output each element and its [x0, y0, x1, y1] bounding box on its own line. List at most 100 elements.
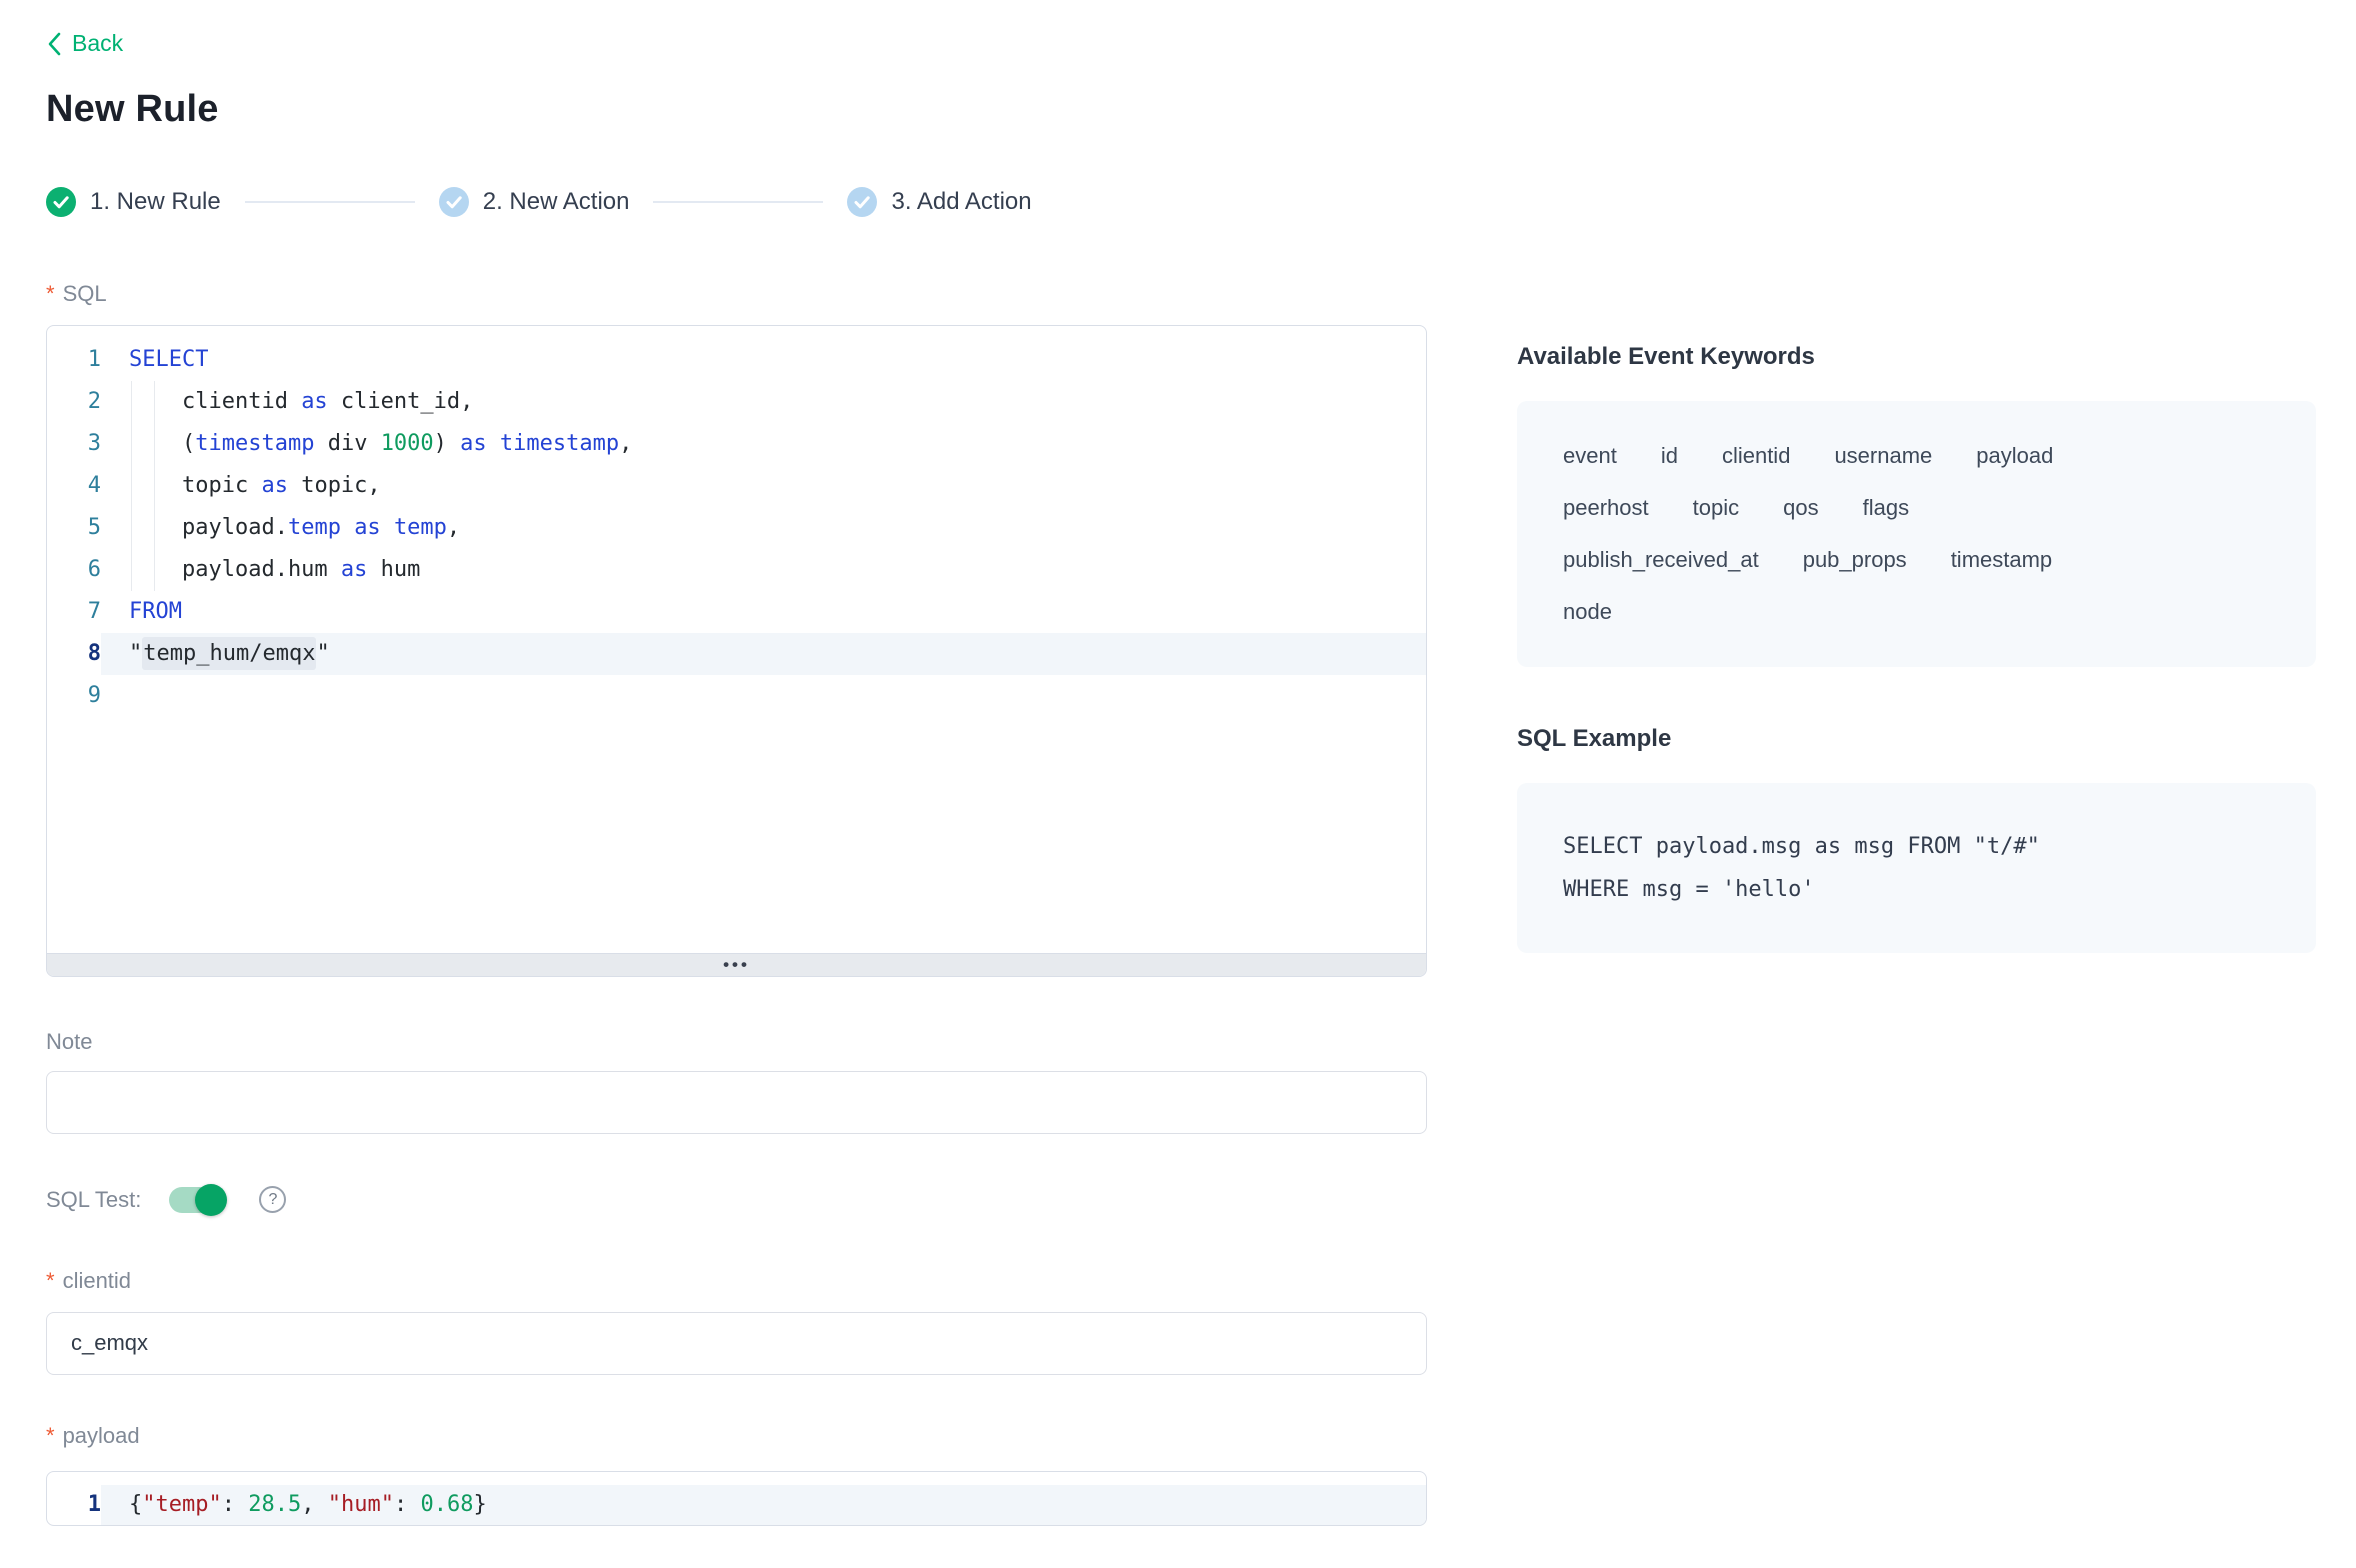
code-token: timestamp [195, 431, 314, 456]
sql-editor[interactable]: 1SELECT2 clientid as client_id,3 (timest… [46, 325, 1427, 977]
toggle-knob [195, 1184, 227, 1216]
required-marker: * [46, 1268, 55, 1293]
sql-code-area[interactable]: 1SELECT2 clientid as client_id,3 (timest… [47, 326, 1426, 953]
event-keyword: event [1563, 443, 1617, 469]
code-token: temp [288, 515, 341, 540]
code-token: : [222, 1492, 249, 1517]
code-token: "hum" [328, 1492, 394, 1517]
note-input[interactable] [46, 1071, 1427, 1134]
code-line[interactable]: 8"temp_hum/emqx" [47, 633, 1426, 675]
step-pending-check-icon [847, 187, 877, 217]
required-marker: * [46, 281, 55, 306]
help-icon[interactable]: ? [259, 1186, 286, 1213]
code-token: div [314, 431, 380, 456]
event-keyword: pub_props [1803, 547, 1907, 573]
line-number: 1 [47, 339, 101, 381]
code-line[interactable]: 1SELECT [47, 339, 1426, 381]
step-connector [653, 201, 823, 203]
code-token: hum [367, 557, 420, 582]
sql-editor-resize-handle[interactable]: ••• [47, 953, 1426, 976]
note-field-label: Note [46, 1029, 1427, 1055]
sql-example-panel: SELECT payload.msg as msg FROM "t/#" WHE… [1517, 783, 2316, 953]
code-token: " [129, 641, 142, 666]
payload-editor[interactable]: 1{"temp": 28.5, "hum": 0.68} [46, 1471, 1427, 1526]
payload-code-area[interactable]: 1{"temp": 28.5, "hum": 0.68} [47, 1472, 1426, 1525]
step-2-new-action[interactable]: 2. New Action [439, 187, 630, 217]
step-pending-check-icon [439, 187, 469, 217]
code-token: 0.68 [420, 1492, 473, 1517]
code-token: as [460, 431, 487, 456]
keyword-row: peerhosttopicqosflags [1563, 495, 2270, 521]
clientid-field-label: *clientid [46, 1268, 1427, 1294]
code-line[interactable]: 1{"temp": 28.5, "hum": 0.68} [47, 1485, 1426, 1525]
code-line[interactable]: 3 (timestamp div 1000) as timestamp, [47, 423, 1426, 465]
code-line[interactable]: 7FROM [47, 591, 1426, 633]
code-token: temp [394, 515, 447, 540]
sql-test-label: SQL Test: [46, 1187, 141, 1213]
required-marker: * [46, 1423, 55, 1448]
line-number: 7 [47, 591, 101, 633]
line-content: payload.hum as hum [101, 549, 1426, 591]
line-content: {"temp": 28.5, "hum": 0.68} [101, 1485, 1426, 1525]
line-content: clientid as client_id, [101, 381, 1426, 423]
code-token: ) [434, 431, 461, 456]
event-keyword: username [1834, 443, 1932, 469]
step-done-check-icon [46, 187, 76, 217]
code-line[interactable]: 6 payload.hum as hum [47, 549, 1426, 591]
code-token: " [316, 641, 329, 666]
code-token: { [129, 1492, 142, 1517]
keyword-row: eventidclientidusernamepayload [1563, 443, 2270, 469]
code-token: "temp" [142, 1492, 221, 1517]
drag-dots-icon: ••• [723, 955, 750, 975]
page-title: New Rule [46, 88, 2356, 131]
line-content: (timestamp div 1000) as timestamp, [101, 423, 1426, 465]
step-connector [245, 201, 415, 203]
payload-field-label: *payload [46, 1423, 1427, 1449]
event-keyword: id [1661, 443, 1678, 469]
code-line[interactable]: 2 clientid as client_id, [47, 381, 1426, 423]
code-token: clientid [129, 389, 301, 414]
code-token: ( [129, 431, 195, 456]
code-token: , [447, 515, 460, 540]
code-token: payload. [129, 515, 288, 540]
code-token: : [394, 1492, 421, 1517]
new-rule-page: Back New Rule 1. New Rule 2. New Action … [0, 0, 2356, 1526]
code-token: client_id, [328, 389, 474, 414]
sql-example-title: SQL Example [1517, 725, 2316, 753]
code-token: as [354, 515, 381, 540]
code-token: payload.hum [129, 557, 341, 582]
code-token [381, 515, 394, 540]
line-number: 4 [47, 465, 101, 507]
code-token: timestamp [500, 431, 619, 456]
code-line[interactable]: 9 [47, 675, 1426, 717]
event-keyword: clientid [1722, 443, 1790, 469]
code-token: , [301, 1492, 328, 1517]
step-label: 2. New Action [483, 188, 630, 216]
code-token: temp_hum/emqx [142, 637, 316, 670]
event-keyword: topic [1693, 495, 1739, 521]
step-label: 1. New Rule [90, 188, 221, 216]
code-token: topic [129, 473, 261, 498]
event-keyword: flags [1863, 495, 1909, 521]
sql-test-row: SQL Test: ? [46, 1184, 1427, 1216]
code-line[interactable]: 4 topic as topic, [47, 465, 1426, 507]
event-keyword: peerhost [1563, 495, 1649, 521]
code-token: topic, [288, 473, 381, 498]
line-number: 3 [47, 423, 101, 465]
clientid-input[interactable] [46, 1312, 1427, 1375]
step-1-new-rule[interactable]: 1. New Rule [46, 187, 221, 217]
line-number: 5 [47, 507, 101, 549]
keywords-panel-title: Available Event Keywords [1517, 343, 2316, 371]
keywords-panel: eventidclientidusernamepayloadpeerhostto… [1517, 401, 2316, 667]
event-keyword: publish_received_at [1563, 547, 1759, 573]
line-number: 2 [47, 381, 101, 423]
back-link[interactable]: Back [46, 30, 123, 57]
sql-test-toggle[interactable] [169, 1187, 225, 1213]
sql-example-line: SELECT payload.msg as msg FROM "t/#" [1563, 825, 2270, 868]
code-token: as [261, 473, 288, 498]
sql-field-label: *SQL [46, 281, 1427, 307]
step-3-add-action[interactable]: 3. Add Action [847, 187, 1031, 217]
code-line[interactable]: 5 payload.temp as temp, [47, 507, 1426, 549]
code-token: as [341, 557, 368, 582]
line-content [101, 675, 1426, 717]
